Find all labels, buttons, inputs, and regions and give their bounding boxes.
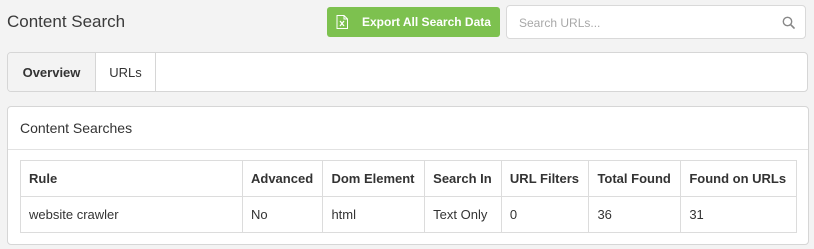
column-header-url-filters[interactable]: URL Filters <box>500 160 590 197</box>
cell-advanced: No <box>241 196 324 233</box>
cell-found-on-urls: 31 <box>680 196 797 233</box>
table-header-row: Rule Advanced Dom Element Search In URL … <box>20 160 797 197</box>
column-header-rule[interactable]: Rule <box>20 160 243 197</box>
cell-total-found: 36 <box>588 196 682 233</box>
search-urls-input[interactable] <box>519 14 774 32</box>
content-search-page: Content Search Export All Search Data Ov… <box>0 0 814 249</box>
tab-bar: Overview URLs <box>7 52 808 92</box>
tab-urls[interactable]: URLs <box>96 53 156 91</box>
content-searches-table-wrap: Rule Advanced Dom Element Search In URL … <box>20 160 797 233</box>
column-header-advanced[interactable]: Advanced <box>241 160 324 197</box>
search-icon[interactable] <box>782 16 795 29</box>
spreadsheet-file-icon <box>336 15 348 29</box>
export-all-search-data-button[interactable]: Export All Search Data <box>327 7 500 37</box>
table-row[interactable]: website crawler No html Text Only 0 36 3… <box>20 196 797 233</box>
search-box <box>506 5 806 39</box>
content-searches-table: Rule Advanced Dom Element Search In URL … <box>20 160 797 233</box>
card-title: Content Searches <box>8 107 808 150</box>
column-header-found-on-urls[interactable]: Found on URLs <box>680 160 797 197</box>
tab-overview[interactable]: Overview <box>8 53 96 91</box>
content-searches-card: Content Searches Rule Advanced Dom Eleme… <box>7 106 809 245</box>
column-header-dom-element[interactable]: Dom Element <box>322 160 426 197</box>
cell-url-filters: 0 <box>500 196 590 233</box>
page-title: Content Search <box>7 12 126 31</box>
export-button-label: Export All Search Data <box>362 15 491 29</box>
cell-rule: website crawler <box>20 196 243 233</box>
column-header-total-found[interactable]: Total Found <box>588 160 682 197</box>
cell-search-in: Text Only <box>424 196 502 233</box>
column-header-search-in[interactable]: Search In <box>424 160 502 197</box>
cell-dom-element: html <box>322 196 426 233</box>
